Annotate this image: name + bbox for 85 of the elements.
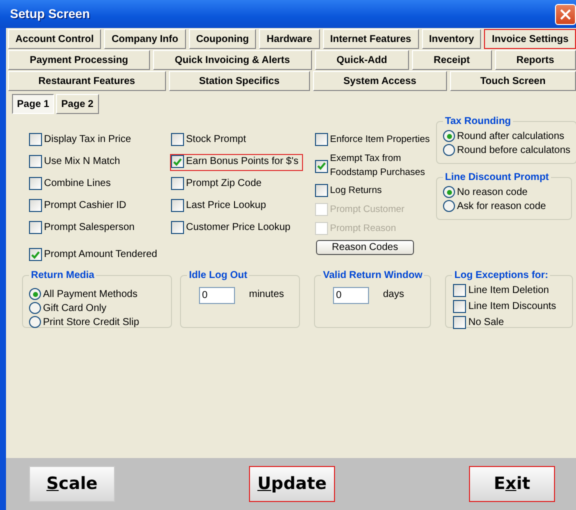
tab[interactable]: Station Specifics bbox=[168, 71, 310, 91]
checkbox[interactable] bbox=[29, 133, 42, 146]
option-label: All Payment Methods bbox=[43, 288, 138, 300]
option-label: No Sale bbox=[468, 316, 504, 329]
option-label: Round before calculatons bbox=[457, 144, 570, 156]
option-label: Print Store Credit Slip bbox=[43, 316, 140, 328]
option-label: Enforce Item Properties bbox=[330, 133, 430, 147]
checkbox[interactable] bbox=[315, 133, 328, 146]
tab[interactable]: Inventory bbox=[422, 29, 482, 49]
option-label: Prompt Cashier ID bbox=[44, 199, 126, 213]
option-label: Line Item Discounts bbox=[468, 300, 556, 313]
group-title: Tax Rounding bbox=[444, 116, 512, 127]
checkbox[interactable] bbox=[453, 300, 466, 313]
group-title: Log Exceptions for: bbox=[453, 270, 550, 281]
checkbox[interactable] bbox=[171, 199, 184, 212]
checkbox[interactable] bbox=[453, 284, 466, 297]
radio-button[interactable] bbox=[29, 288, 41, 300]
tab[interactable]: Reports bbox=[494, 50, 576, 70]
tab[interactable]: Payment Processing bbox=[8, 50, 150, 70]
radio-button[interactable] bbox=[29, 302, 41, 314]
checkbox[interactable] bbox=[29, 199, 42, 212]
option-label: Display Tax in Price bbox=[44, 133, 132, 147]
page-tab[interactable]: Page 2 bbox=[56, 94, 98, 114]
radio-button[interactable] bbox=[443, 144, 455, 156]
option-label: Customer Price Lookup bbox=[186, 221, 290, 235]
checkbox[interactable] bbox=[29, 221, 42, 234]
footer-button[interactable]: Update bbox=[249, 466, 335, 502]
unit-label: minutes bbox=[249, 288, 284, 300]
option-label: Prompt Amount Tendered bbox=[44, 248, 158, 262]
tab[interactable]: Restaurant Features bbox=[8, 71, 166, 91]
group-title: Valid Return Window bbox=[322, 270, 424, 281]
close-button[interactable] bbox=[555, 4, 576, 24]
option-label: Prompt Reason bbox=[330, 222, 396, 236]
footer-button[interactable]: Scale bbox=[29, 466, 115, 502]
unit-label: days bbox=[383, 288, 404, 300]
option-label: Exempt Tax from Foodstamp Purchases bbox=[330, 152, 426, 180]
group-title: Return Media bbox=[30, 270, 96, 281]
tab[interactable]: Invoice Settings bbox=[484, 29, 576, 49]
option-label: Combine Lines bbox=[44, 177, 111, 191]
tab[interactable]: Quick-Add bbox=[314, 50, 409, 70]
tab[interactable]: Receipt bbox=[412, 50, 492, 70]
footer-button[interactable]: Exit bbox=[469, 466, 555, 502]
radio-button[interactable] bbox=[443, 200, 455, 212]
option-label: Prompt Salesperson bbox=[44, 221, 135, 235]
page-tab[interactable]: Page 1 bbox=[12, 94, 54, 114]
reason-codes-button[interactable]: Reason Codes bbox=[316, 240, 414, 255]
option-label: Line Item Deletion bbox=[468, 284, 549, 297]
checkbox[interactable] bbox=[29, 155, 42, 168]
tab[interactable]: Touch Screen bbox=[450, 71, 576, 91]
option-label: No reason code bbox=[457, 186, 528, 198]
number-field[interactable]: 0 bbox=[333, 287, 369, 304]
option-label: Use Mix N Match bbox=[44, 155, 120, 169]
checkbox[interactable] bbox=[315, 184, 328, 197]
option-label: Prompt Zip Code bbox=[186, 177, 262, 191]
option-label: Gift Card Only bbox=[43, 302, 106, 314]
tab[interactable]: Account Control bbox=[8, 29, 102, 49]
option-label: Round after calculations bbox=[457, 130, 564, 142]
tab[interactable]: Company Info bbox=[104, 29, 186, 49]
option-label: Ask for reason code bbox=[457, 200, 546, 212]
checkbox[interactable] bbox=[171, 177, 184, 190]
option-label: Stock Prompt bbox=[186, 133, 246, 147]
window-title: Setup Screen bbox=[10, 7, 90, 21]
option-label: Prompt Customer bbox=[330, 203, 404, 217]
close-icon bbox=[560, 8, 571, 20]
radio-button[interactable] bbox=[443, 186, 455, 198]
checkbox[interactable] bbox=[171, 133, 184, 146]
number-field[interactable]: 0 bbox=[199, 287, 235, 304]
checkbox[interactable] bbox=[29, 177, 42, 190]
tab[interactable]: System Access bbox=[312, 71, 447, 91]
option-label: Log Returns bbox=[330, 184, 382, 198]
tab[interactable]: Hardware bbox=[259, 29, 320, 49]
tab[interactable]: Couponing bbox=[188, 29, 256, 49]
option-label: Last Price Lookup bbox=[186, 199, 266, 213]
checkbox[interactable] bbox=[29, 248, 42, 261]
tab[interactable]: Quick Invoicing & Alerts bbox=[152, 50, 312, 70]
group-title: Idle Log Out bbox=[188, 270, 248, 281]
checkbox[interactable] bbox=[315, 160, 328, 172]
checkbox[interactable] bbox=[171, 221, 184, 234]
option-label: Earn Bonus Points for $'s bbox=[186, 155, 299, 169]
checkbox[interactable] bbox=[171, 155, 184, 168]
checkbox[interactable] bbox=[453, 316, 466, 329]
group-title: Line Discount Prompt bbox=[444, 172, 550, 183]
radio-button[interactable] bbox=[443, 130, 455, 142]
tab[interactable]: Internet Features bbox=[322, 29, 419, 49]
radio-button[interactable] bbox=[29, 316, 41, 328]
